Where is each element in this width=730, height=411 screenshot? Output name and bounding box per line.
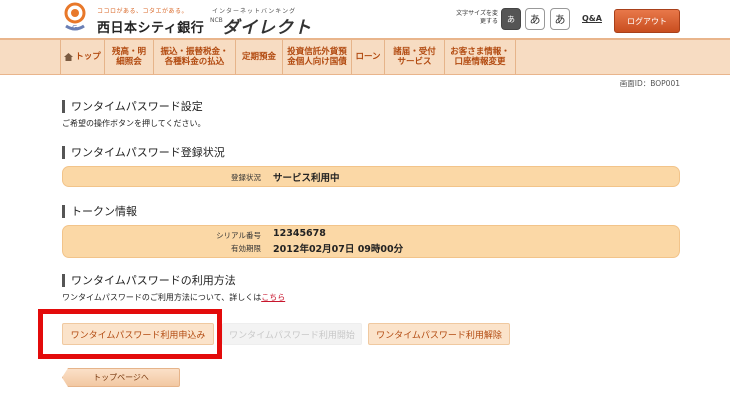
direct-name: ダイレクト — [222, 18, 312, 38]
cancel-button[interactable]: ワンタイムパスワード利用解除 — [368, 323, 510, 345]
nav-item-time-deposit[interactable]: 定期預金 — [236, 40, 283, 74]
global-nav: トップ 残高・明細照会 振込・振替税金・各種料金の払込 定期預金 投資信託外貨預… — [0, 38, 730, 75]
usage-section-title: ワンタイムパスワードの利用方法 — [62, 274, 236, 287]
nav-item-label: 残高・明細照会 — [111, 47, 146, 67]
serial-label: シリアル番号 — [216, 231, 261, 240]
nav-item-label: 定期預金 — [241, 52, 276, 62]
screen-id: 画面ID：BOP001 — [619, 79, 680, 88]
usage-text: ワンタイムパスワードのご利用方法について、詳しくはこちら — [62, 292, 285, 303]
nav-item-label: ローン — [355, 52, 381, 62]
nav-item-label: トップ — [75, 52, 101, 62]
nav-item-label: 投資信託外貨預金個人向け国債 — [287, 47, 347, 67]
token-section-title: トークン情報 — [62, 205, 137, 218]
bank-name: 西日本シティ銀行 — [97, 21, 205, 36]
start-button: ワンタイムパスワード利用開始 — [222, 323, 362, 345]
svg-text:G: G — [72, 24, 77, 32]
nav-item-notifications[interactable]: 諸届・受付サービス — [385, 40, 445, 74]
highlight-frame — [38, 309, 222, 359]
nav-item-transfer[interactable]: 振込・振替税金・各種料金の払込 — [154, 40, 236, 74]
status-value: サービス利用中 — [273, 173, 340, 184]
font-size-large-button[interactable]: あ — [550, 8, 570, 30]
direct-prefix: NCB — [210, 17, 223, 24]
status-label: 登録状況 — [231, 173, 261, 182]
nav-item-top[interactable]: トップ — [60, 40, 105, 74]
home-icon — [64, 53, 74, 61]
status-box: 登録状況 サービス利用中 — [62, 166, 680, 187]
font-size-small-button[interactable]: あ — [501, 8, 521, 30]
font-size-label: 文字サイズを変更する — [456, 10, 498, 25]
bank-logo-icon: G — [64, 2, 86, 32]
nav-item-label: 振込・振替税金・各種料金の払込 — [160, 47, 229, 67]
tagline: ココロがある、コタエがある。 — [97, 8, 189, 15]
status-section-title: ワンタイムパスワード登録状況 — [62, 146, 225, 159]
header: G ココロがある、コタエがある。 西日本シティ銀行 インターネットバンキング N… — [0, 0, 730, 38]
expiry-label: 有効期限 — [231, 244, 261, 253]
usage-link[interactable]: こちら — [261, 293, 285, 302]
instruction-text: ご希望の操作ボタンを押してください。 — [62, 119, 206, 128]
font-size-medium-button[interactable]: あ — [525, 8, 545, 30]
nav-item-balance[interactable]: 残高・明細照会 — [105, 40, 154, 74]
serial-value: 12345678 — [273, 228, 326, 239]
nav-item-loan[interactable]: ローン — [352, 40, 385, 74]
page-title: ワンタイムパスワード設定 — [62, 100, 203, 113]
nav-item-label: お客さま情報・口座情報変更 — [450, 47, 510, 67]
nav-item-investment[interactable]: 投資信託外貨預金個人向け国債 — [283, 40, 352, 74]
expiry-value: 2012年02月07日 09時00分 — [273, 244, 404, 255]
nav-item-label: 諸届・受付サービス — [393, 47, 436, 67]
top-page-button[interactable]: トップページへ — [62, 368, 180, 387]
logout-button[interactable]: ログアウト — [614, 9, 680, 33]
qa-link[interactable]: Q&A — [582, 14, 602, 23]
token-box: シリアル番号 12345678 有効期限 2012年02月07日 09時00分 — [62, 225, 680, 258]
nav-item-customer-info[interactable]: お客さま情報・口座情報変更 — [445, 40, 516, 74]
usage-description: ワンタイムパスワードのご利用方法について、詳しくは — [62, 293, 262, 302]
